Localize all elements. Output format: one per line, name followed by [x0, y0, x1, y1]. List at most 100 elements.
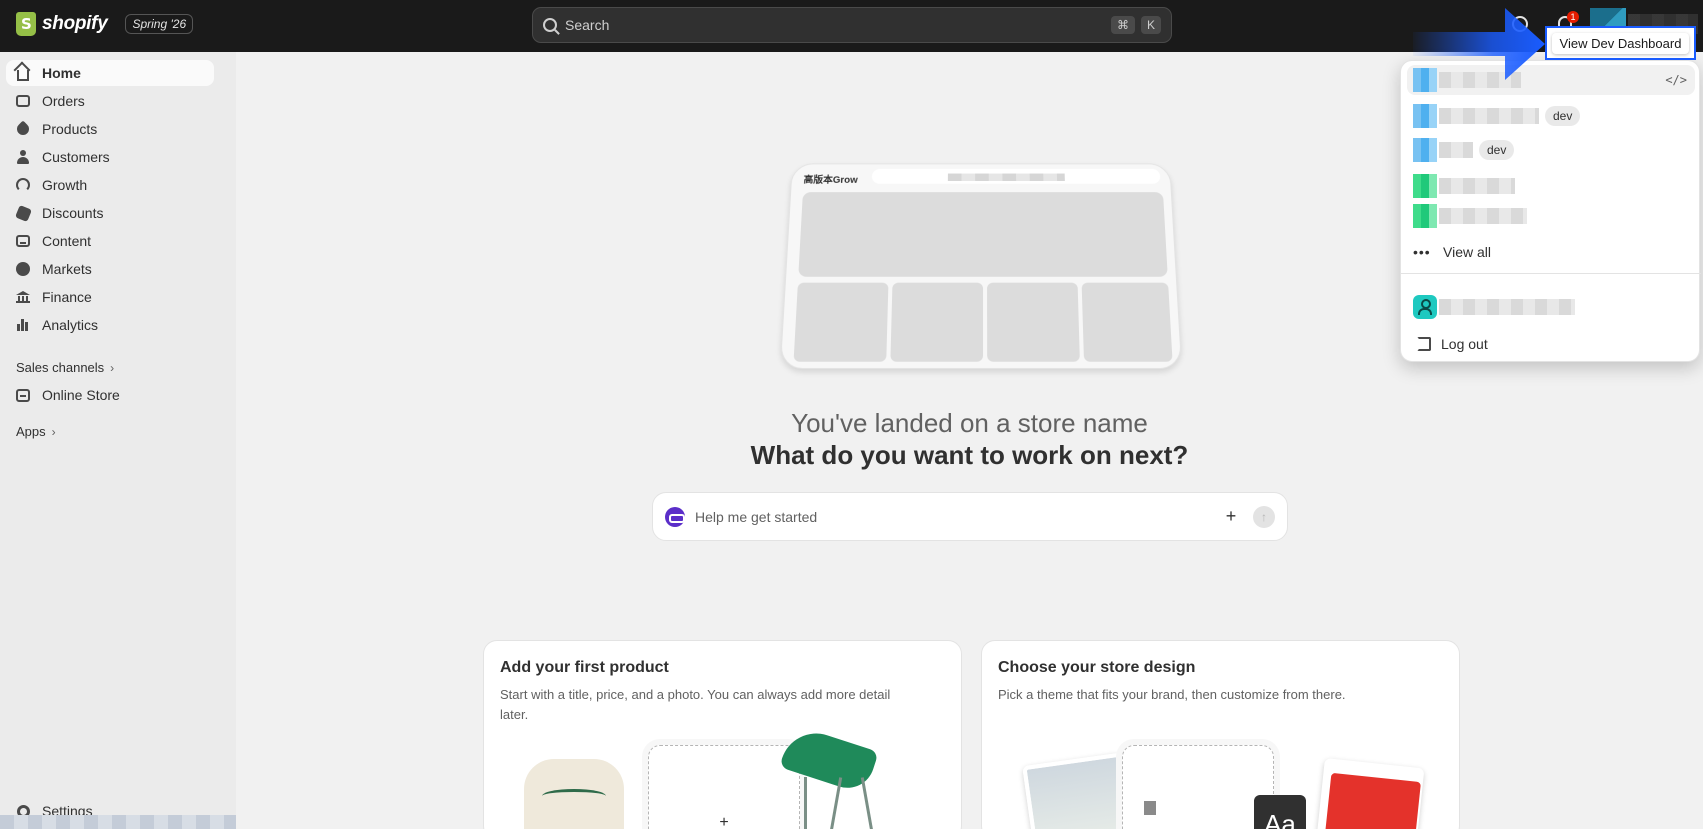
person-icon	[16, 150, 30, 164]
illustration-tile	[890, 282, 984, 362]
discount-icon	[14, 204, 32, 222]
notification-count-badge: 1	[1567, 11, 1579, 23]
user-avatar-icon	[1413, 295, 1437, 319]
sidebar-item-home[interactable]: Home	[6, 60, 214, 86]
tag-icon	[14, 120, 32, 138]
dev-badge: dev	[1545, 106, 1581, 126]
annotation-arrow-icon	[1413, 8, 1545, 80]
headline-next: What do you want to work on next?	[750, 440, 1189, 470]
edition-badge[interactable]: Spring '26	[125, 14, 194, 34]
store-icon	[16, 388, 30, 402]
sidebar-item-content[interactable]: Content	[6, 228, 214, 254]
globe-icon	[16, 262, 30, 276]
store-name-redacted	[1439, 142, 1473, 158]
search-icon	[543, 18, 557, 32]
user-name-redacted	[1439, 299, 1575, 315]
sidebar-item-products[interactable]: Products	[6, 116, 214, 142]
dev-badge: dev	[1479, 140, 1515, 160]
menu-divider	[1401, 273, 1701, 274]
shopify-logo[interactable]: shopify Spring '26	[16, 12, 194, 36]
add-attachment-button[interactable]: +	[1221, 506, 1241, 527]
theme-placeholder	[1122, 745, 1274, 829]
sidebar-item-label: Markets	[42, 261, 92, 277]
log-out-item[interactable]: Log out	[1407, 329, 1695, 359]
more-horizontal-icon: •••	[1413, 244, 1431, 260]
send-button[interactable]: ↑	[1253, 505, 1275, 528]
illustration-tile	[987, 282, 1080, 362]
sidebar: Home Orders Products Customers Growth Di…	[0, 52, 276, 829]
sidebar-item-label: Orders	[42, 93, 85, 109]
theme-red-preview	[1315, 758, 1425, 829]
gauge-icon	[16, 178, 30, 192]
card-description: Start with a title, price, and a photo. …	[500, 687, 891, 722]
prompt-placeholder: Help me get started	[695, 508, 818, 525]
store-name-redacted	[1439, 178, 1515, 194]
home-icon	[16, 66, 30, 81]
sidebar-item-label: Content	[42, 233, 92, 249]
typography-tile: Aa	[1254, 795, 1306, 829]
store-item[interactable]: dev	[1407, 101, 1695, 131]
search-bar[interactable]: Search ⌘ K	[532, 7, 1172, 43]
store-avatar	[1413, 138, 1437, 162]
tooltip-label: View Dev Dashboard	[1551, 32, 1690, 54]
apps-section[interactable]: Apps ›	[16, 424, 56, 439]
redacted-banner	[0, 815, 276, 829]
sidebar-item-label: Products	[42, 121, 98, 137]
sidekick-prompt-input[interactable]: Help me get started + ↑	[652, 492, 1288, 541]
illustration-brand: 高版本Grow	[803, 175, 858, 186]
logout-label: Log out	[1441, 336, 1488, 352]
chevron-right-icon: ›	[51, 424, 56, 439]
illustration-tile	[1081, 282, 1173, 362]
sidebar-item-discounts[interactable]: Discounts	[6, 200, 214, 226]
sales-channels-section[interactable]: Sales channels ›	[16, 360, 114, 375]
apps-label: Apps	[16, 424, 46, 439]
store-avatar	[1413, 174, 1437, 198]
theme-swatch	[1144, 801, 1156, 815]
sidebar-item-finance[interactable]: Finance	[6, 284, 214, 310]
store-name-redacted	[1439, 208, 1527, 224]
sidebar-item-label: Growth	[42, 177, 88, 193]
store-item[interactable]	[1407, 171, 1695, 201]
illustration-tile	[793, 282, 889, 362]
store-item[interactable]	[1407, 201, 1695, 231]
add-product-card[interactable]: Add your first product Start with a titl…	[483, 640, 962, 829]
headline-landed: You've landed on a store name	[791, 408, 1148, 438]
card-description: Pick a theme that fits your brand, then …	[998, 687, 1346, 702]
store-item[interactable]: dev	[1407, 135, 1695, 165]
view-all-stores[interactable]: ••• View all	[1407, 237, 1695, 267]
sidebar-item-online-store[interactable]: Online Store	[6, 382, 214, 408]
sidebar-item-growth[interactable]: Growth	[6, 172, 214, 198]
sidebar-item-analytics[interactable]: Analytics	[6, 312, 214, 338]
sidebar-item-customers[interactable]: Customers	[6, 144, 214, 170]
store-design-card[interactable]: Choose your store design Pick a theme th…	[981, 640, 1460, 829]
bar-chart-icon	[16, 318, 30, 332]
card-title: Add your first product	[500, 659, 669, 676]
sidebar-item-label: Home	[42, 65, 81, 81]
view-all-label: View all	[1443, 244, 1491, 260]
sidebar-item-label: Finance	[42, 289, 92, 305]
view-dev-dashboard-tooltip[interactable]: View Dev Dashboard	[1545, 26, 1696, 60]
shortcut-cmd-key: ⌘	[1110, 16, 1135, 34]
sidebar-item-label: Customers	[42, 149, 110, 165]
sales-channels-label: Sales channels	[16, 360, 105, 375]
inbox-icon	[16, 94, 30, 108]
sidebar-item-orders[interactable]: Orders	[6, 88, 214, 114]
store-preview-illustration: 高版本Grow	[779, 163, 1183, 370]
card-title: Choose your store design	[998, 659, 1196, 676]
chevron-right-icon: ›	[110, 360, 115, 375]
illustration-hero	[798, 192, 1168, 277]
shopping-bag-icon	[16, 12, 36, 36]
chair-image	[774, 724, 894, 829]
shortcut-k-key: K	[1140, 16, 1161, 34]
user-profile-item[interactable]	[1407, 289, 1695, 325]
account-menu: </> dev dev ••• View all Log out	[1400, 60, 1701, 362]
illustration-url-redacted	[947, 173, 1065, 181]
sidebar-item-label: Online Store	[42, 387, 120, 403]
search-placeholder: Search	[565, 17, 610, 33]
store-avatar	[1413, 104, 1437, 128]
code-icon[interactable]: </>	[1665, 73, 1687, 87]
sidebar-item-markets[interactable]: Markets	[6, 256, 214, 282]
store-name-redacted	[1439, 108, 1539, 124]
sidebar-item-label: Discounts	[42, 205, 104, 221]
sweatshirt-print	[542, 789, 606, 803]
